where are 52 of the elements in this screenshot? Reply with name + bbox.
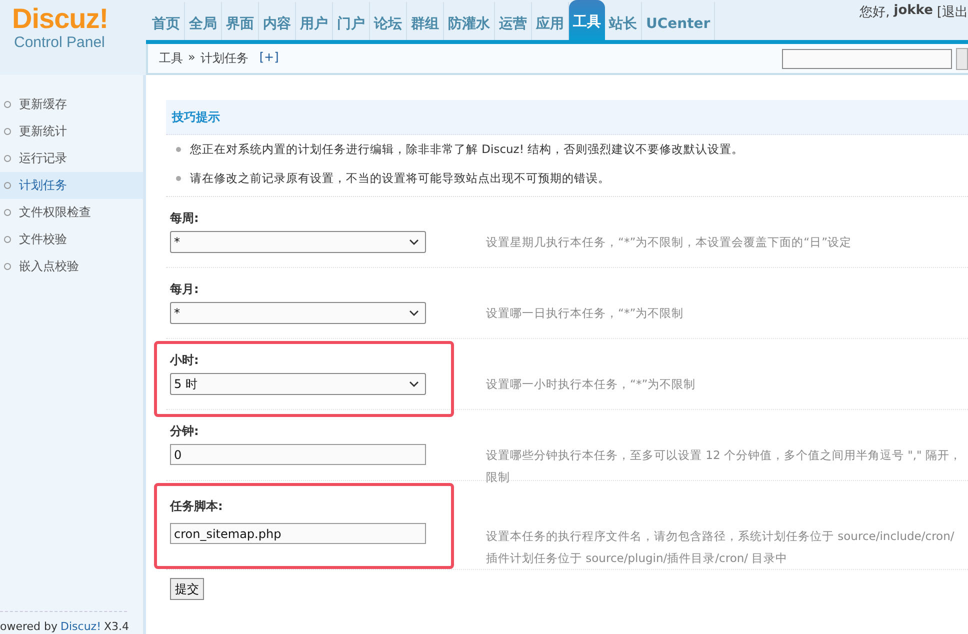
tip-text: 请在修改之前记录原有设置，不当的设置将可能导致站点出现不可预期的错误。 [190, 171, 610, 186]
hint-text: 设置哪一日执行本任务，“*”为不限制 [486, 305, 684, 322]
field-label: 每月: [170, 281, 200, 298]
search-field[interactable] [782, 48, 952, 68]
bullet-icon [4, 155, 11, 162]
chevron-down-icon [409, 310, 419, 316]
user-name: jokke [894, 3, 933, 20]
sidebar-item[interactable]: 更新缓存 [0, 91, 143, 118]
sidebar-item[interactable]: 运行记录 [0, 145, 143, 172]
add-link[interactable]: [+] [259, 50, 279, 67]
bullet-icon [4, 101, 11, 108]
sidebar-item[interactable]: 文件权限检查 [0, 199, 143, 226]
breadcrumb-item: 工具 [159, 50, 183, 67]
search-button[interactable] [956, 48, 968, 70]
input-field[interactable]: 0 [170, 444, 426, 465]
field-label: 每周: [170, 210, 200, 227]
field-label: 小时: [170, 352, 200, 369]
hint-text: 设置哪些分钟执行本任务，至多可以设置 12 个分钟值，多个值之间用半角逗号 "," 隔开， 限制 [486, 447, 962, 486]
greeting-text: 您好, [860, 4, 890, 21]
sidebar-item[interactable]: 嵌入点校验 [0, 253, 143, 280]
nav-tab[interactable]: 工具 [569, 0, 605, 40]
hint-text: 设置星期几执行本任务，“*”为不限制，本设置会覆盖下面的“日”设定 [486, 234, 852, 251]
field-label: 分钟: [170, 423, 200, 440]
chevron-down-icon [409, 381, 419, 387]
breadcrumb-item: » [188, 50, 196, 66]
tips-title: 技巧提示 [172, 108, 220, 126]
sidebar-item[interactable]: 更新统计 [0, 118, 143, 145]
bullet-icon [4, 263, 11, 270]
powered-text: owered by [0, 620, 58, 633]
bullet-icon [176, 176, 181, 181]
select-field[interactable]: * [170, 231, 426, 253]
submit-button[interactable]: 提交 [170, 578, 204, 600]
select-field[interactable]: 5 时 [170, 373, 426, 395]
bullet-icon [4, 236, 11, 243]
logout-link[interactable]: [退出 [936, 3, 968, 21]
input-field[interactable]: cron_sitemap.php [170, 523, 426, 544]
tip-text: 您正在对系统内置的计划任务进行编辑，除非非常了解 Discuz! 结构，否则强烈建议不要修改默认设置。 [190, 142, 744, 157]
discuz-link[interactable]: Discuz! [60, 620, 101, 633]
bullet-icon [176, 147, 181, 152]
sidebar-item[interactable]: 计划任务 [0, 172, 143, 199]
bullet-icon [4, 182, 11, 189]
logo-subtitle: Control Panel [14, 34, 105, 52]
version-text: X3.4 [104, 620, 130, 633]
bullet-icon [4, 128, 11, 135]
sidebar-item[interactable]: 文件校验 [0, 226, 143, 253]
hint-text: 设置本任务的执行程序文件名，请勿包含路径，系统计划任务位于 source/include/cron/ 插件计划任务位于 source/plugin/插件目录/cron/ 目录中 [486, 528, 954, 567]
select-field[interactable]: * [170, 302, 426, 324]
bullet-icon [4, 209, 11, 216]
breadcrumb-item: 计划任务 [200, 50, 248, 67]
chevron-down-icon [409, 239, 419, 245]
field-label: 任务脚本: [170, 498, 224, 515]
hint-text: 设置哪一小时执行本任务，“*”为不限制 [486, 376, 696, 393]
